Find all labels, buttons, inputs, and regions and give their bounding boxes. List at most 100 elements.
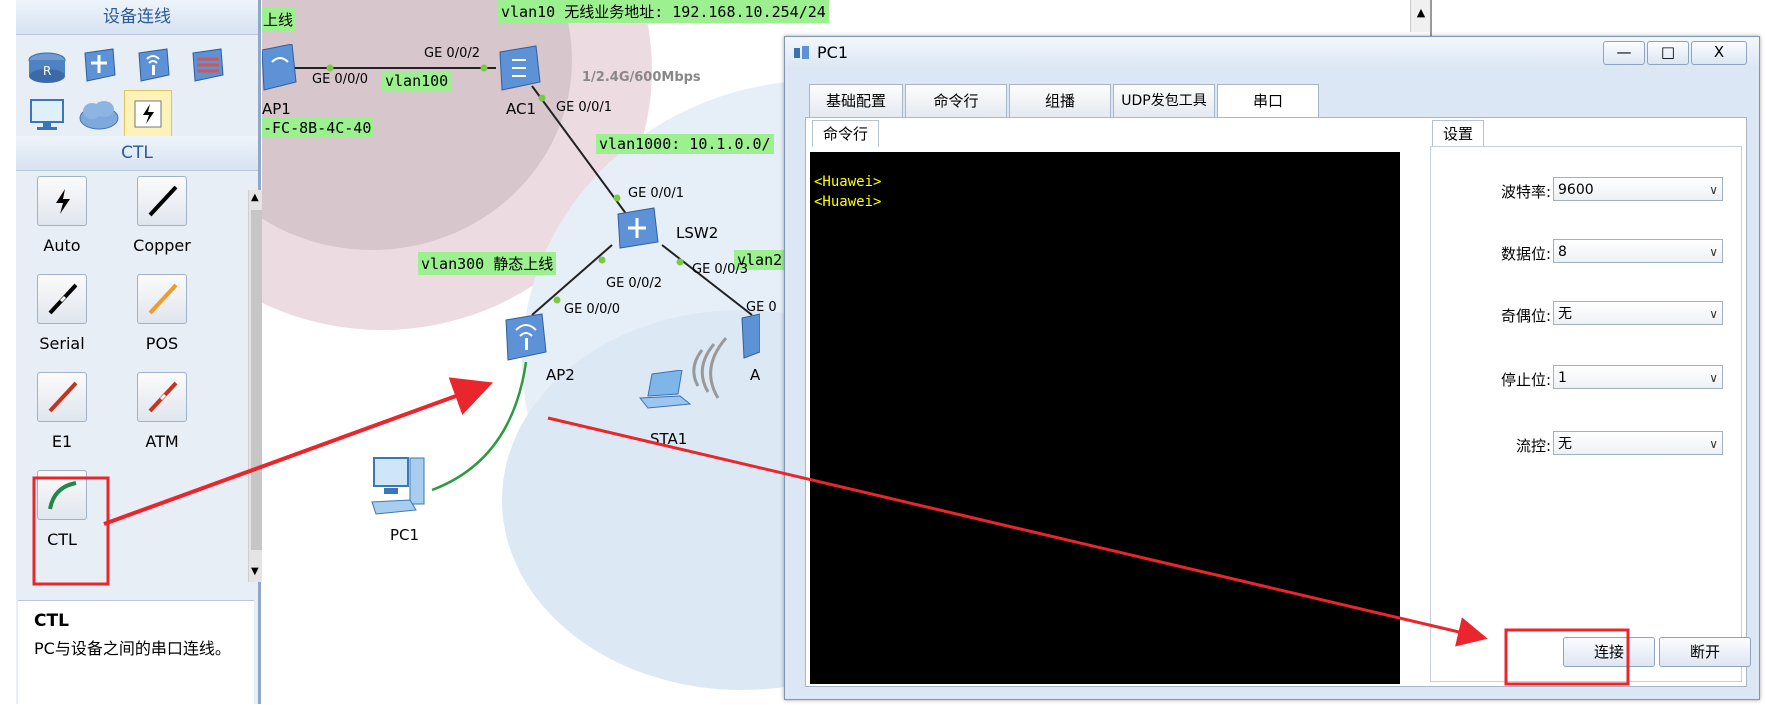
disconnect-button[interactable]: 断开 — [1659, 637, 1751, 667]
cable-description: CTL PC与设备之间的串口连线。 — [18, 600, 254, 705]
cable-label: ATM — [145, 432, 179, 451]
baud-rate-value: 9600 — [1558, 182, 1594, 198]
stop-bits-select[interactable]: 1 ∨ — [1553, 365, 1723, 389]
tab-udp-tool[interactable]: UDP发包工具 — [1113, 84, 1215, 117]
terminal-line: <Huawei> — [814, 194, 882, 210]
stop-bits-label: 停止位: — [1500, 371, 1551, 389]
ac1-device-icon[interactable] — [496, 44, 544, 92]
vlan300-label: vlan300 静态上线 — [418, 252, 557, 275]
port-label: GE 0/0/0 — [312, 72, 368, 87]
e1-cable-icon — [37, 372, 87, 422]
mac-label: -FC-8B-4C-40 — [262, 118, 375, 138]
auto-cable-category-icon[interactable] — [124, 90, 172, 138]
router-icon[interactable]: R — [24, 44, 70, 90]
window-titlebar[interactable]: PC1 — □ X — [785, 37, 1759, 69]
port-label: GE 0/0/2 — [424, 46, 480, 61]
tab-command-line[interactable]: 命令行 — [905, 84, 1007, 117]
tab-multicast[interactable]: 组播 — [1009, 84, 1111, 117]
lsw2-device-icon[interactable] — [614, 206, 662, 250]
up-line-label: 上线 — [262, 8, 297, 31]
ctl-cable-icon — [37, 470, 87, 520]
vlan100-label: vlan100 — [382, 71, 452, 91]
chevron-down-icon: ∨ — [1709, 371, 1718, 385]
sta1-laptop-icon[interactable] — [638, 370, 694, 410]
maximize-button[interactable]: □ — [1647, 41, 1689, 65]
description-title: CTL — [34, 611, 69, 631]
switch-icon[interactable] — [76, 42, 122, 88]
cable-label: E1 — [51, 432, 73, 451]
cable-copper[interactable]: Copper — [122, 176, 202, 266]
serial-cable-icon — [37, 274, 87, 324]
tab-serial[interactable]: 串口 — [1217, 84, 1319, 118]
port-label: GE 0/0/1 — [628, 186, 684, 201]
ap1-name: AP1 — [262, 100, 291, 118]
data-bits-value: 8 — [1558, 244, 1567, 260]
cable-label: Auto — [43, 236, 81, 255]
canvas-border — [1430, 0, 1432, 40]
ap1-device-icon[interactable] — [262, 44, 298, 94]
vlan10-label: vlan10 无线业务地址: 192.168.10.254/24 — [498, 0, 829, 23]
cable-label: POS — [145, 334, 179, 353]
scroll-down-icon[interactable]: ▼ — [251, 566, 259, 577]
tab-basic-config[interactable]: 基础配置 — [809, 84, 903, 117]
cable-serial[interactable]: Serial — [22, 274, 102, 364]
flow-control-select[interactable]: 无 ∨ — [1553, 431, 1723, 455]
minimize-button[interactable]: — — [1603, 41, 1645, 65]
pc1-device-icon[interactable] — [370, 454, 432, 520]
scroll-up-icon[interactable]: ▲ — [1411, 0, 1431, 26]
cable-label: Serial — [39, 334, 85, 353]
cable-auto[interactable]: Auto — [22, 176, 102, 266]
ap-partial-name: A — [750, 366, 761, 384]
pos-cable-icon — [137, 274, 187, 324]
terminal-line: <Huawei> — [814, 174, 882, 190]
device-panel-header: 设备连线 — [16, 0, 258, 35]
port-label: GE 0/0/1 — [556, 100, 612, 115]
cable-section-header: CTL — [16, 136, 258, 171]
cable-e1[interactable]: E1 — [22, 372, 102, 462]
cloud-icon[interactable] — [76, 92, 122, 138]
ap2-device-icon[interactable] — [502, 312, 550, 362]
data-bits-select[interactable]: 8 ∨ — [1553, 239, 1723, 263]
connect-button[interactable]: 连接 — [1563, 637, 1655, 667]
cable-pos[interactable]: POS — [122, 274, 202, 364]
data-bits-label: 数据位: — [1500, 245, 1551, 263]
description-text: PC与设备之间的串口连线。 — [34, 639, 231, 658]
parity-label: 奇偶位: — [1500, 307, 1551, 325]
terminal-group-label: 命令行 — [812, 120, 880, 147]
cable-atm[interactable]: ATM — [122, 372, 202, 462]
cable-ctl[interactable]: CTL — [22, 470, 102, 560]
vlan1000-label: vlan1000: 10.1.0.0/ — [596, 134, 774, 154]
parity-value: 无 — [1558, 306, 1572, 322]
chevron-down-icon: ∨ — [1709, 245, 1718, 259]
pc-icon[interactable] — [24, 92, 70, 138]
pc1-name: PC1 — [390, 526, 420, 544]
port-label: GE 0 — [746, 300, 777, 315]
rate-label: 1/2.4G/600Mbps — [582, 70, 701, 85]
settings-group-label: 设置 — [1432, 120, 1485, 147]
window-app-icon — [794, 46, 809, 59]
scroll-up-icon[interactable]: ▲ — [251, 192, 259, 203]
settings-panel: 波特率: 9600 ∨ 数据位: 8 ∨ 奇偶位: 无 ∨ 停止位: 1 ∨ 流控: 无… — [1430, 146, 1751, 682]
flow-control-label: 流控: — [1515, 437, 1551, 455]
lsw2-name: LSW2 — [676, 224, 719, 242]
parity-select[interactable]: 无 ∨ — [1553, 301, 1723, 325]
ac1-name: AC1 — [506, 100, 537, 118]
device-panel: 设备连线 R CTL Auto Copper Serial POS E1 ATM… — [16, 0, 265, 704]
cable-label: Copper — [133, 236, 191, 255]
port-label: GE 0/0/0 — [564, 302, 620, 317]
wireless-icon[interactable] — [130, 42, 176, 88]
baud-rate-select[interactable]: 9600 ∨ — [1553, 177, 1723, 201]
serial-terminal[interactable]: <Huawei> <Huawei> — [810, 152, 1400, 684]
copper-cable-icon — [137, 176, 187, 226]
window-title: PC1 — [817, 43, 848, 62]
canvas-scrollbar[interactable]: ▲ — [1410, 0, 1431, 32]
ap2-name: AP2 — [546, 366, 575, 384]
flow-control-value: 无 — [1558, 436, 1572, 452]
chevron-down-icon: ∨ — [1709, 183, 1718, 197]
ap-partial-device-icon[interactable] — [740, 310, 760, 360]
port-label: GE 0/0/2 — [606, 276, 662, 291]
firewall-icon[interactable] — [184, 42, 230, 88]
close-button[interactable]: X — [1691, 41, 1747, 65]
atm-cable-icon — [137, 372, 187, 422]
stop-bits-value: 1 — [1558, 370, 1567, 386]
